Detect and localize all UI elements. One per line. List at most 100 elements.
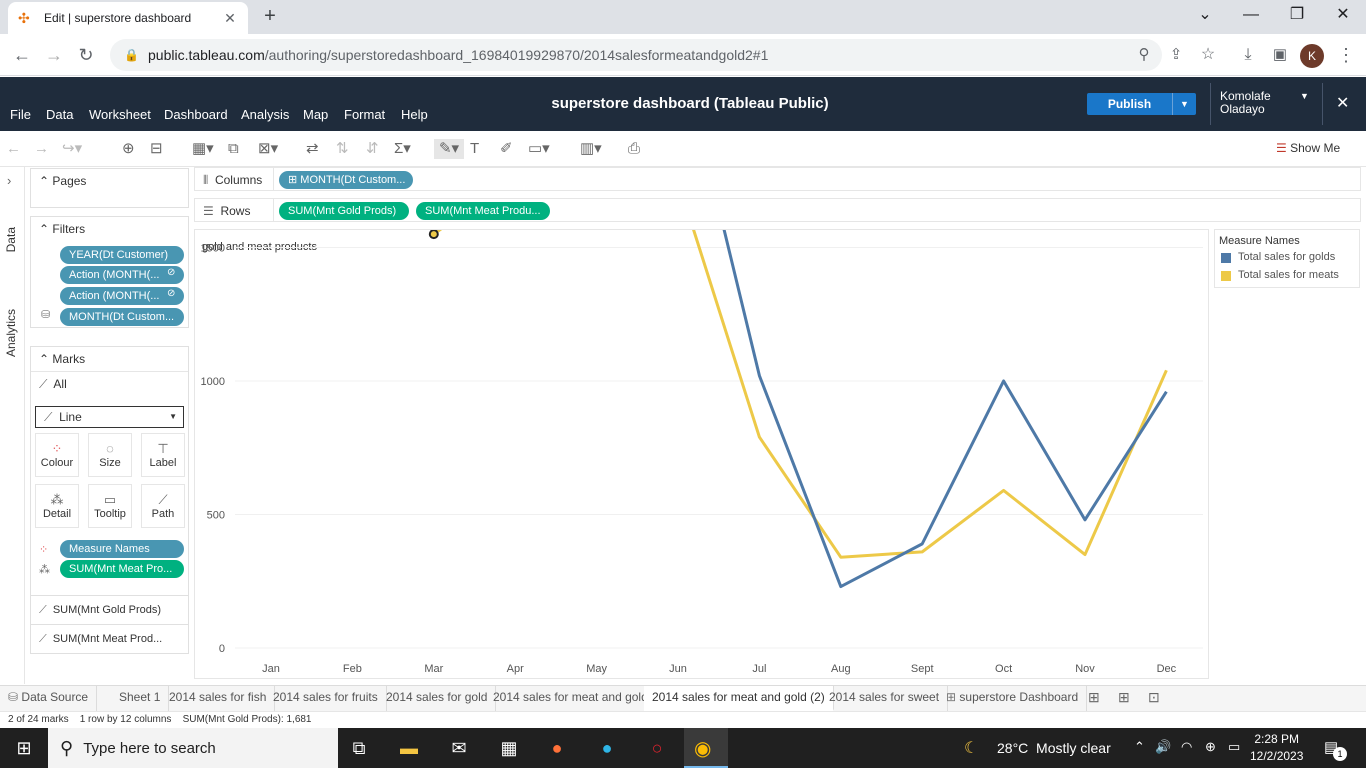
meat-series-line[interactable] [271, 230, 1168, 559]
filter-action-pill[interactable]: Action (MONTH(... [60, 287, 184, 305]
tray-chevron-icon[interactable]: ⌃ [1134, 739, 1145, 755]
address-bar[interactable]: 🔒 public.tableau.com/authoring/superstor… [110, 39, 1162, 71]
swap-rows-columns-icon[interactable]: ⇄ [306, 139, 319, 159]
forward-icon[interactable]: → [42, 43, 66, 67]
close-tab-icon[interactable]: ✕ [222, 10, 238, 27]
expand-sidebar-icon[interactable]: › [7, 173, 11, 188]
analytics-tab[interactable]: Analytics [4, 309, 18, 357]
back-icon[interactable]: ← [10, 43, 34, 67]
tab-meat-and-gold[interactable]: 2014 sales for meat and gold [485, 686, 657, 711]
filter-month-pill[interactable]: MONTH(Dt Custom... [60, 308, 184, 326]
restore-icon[interactable]: ❐ [1274, 0, 1320, 32]
rows-shelf[interactable]: ☰ Rows SUM(Mnt Gold Prods) SUM(Mnt Meat … [194, 198, 1361, 222]
clear-sheet-icon[interactable]: ⊠▾ [258, 139, 278, 159]
filters-card-header[interactable]: ⌃ Filters [31, 217, 188, 241]
tab-superstore-dashboard[interactable]: ⊞ superstore Dashboard [938, 686, 1088, 711]
tab-gold[interactable]: 2014 sales for gold [378, 686, 497, 711]
chrome-taskbar-button[interactable]: ◉ [684, 728, 728, 768]
line-chart[interactable]: 05001000150020002500JanFebMarAprMayJunJu… [195, 230, 1208, 678]
legend-label-gold[interactable]: Total sales for golds [1238, 251, 1335, 263]
pages-card-header[interactable]: ⌃ Pages [31, 169, 188, 193]
colour-button[interactable]: ⁘ Colour [35, 433, 79, 477]
wifi-icon[interactable]: ◠ [1181, 739, 1192, 755]
tab-data-source[interactable]: ⛁ Data Source [0, 686, 98, 711]
sort-descending-icon[interactable]: ⇵ [366, 139, 379, 159]
edge-icon[interactable]: ● [594, 736, 620, 760]
download-sheet-icon[interactable]: ⎙ [628, 139, 640, 159]
share-icon[interactable]: ⇪ [1164, 43, 1188, 67]
network-icon[interactable]: ⊕ [1205, 739, 1216, 755]
file-explorer-icon[interactable]: ▬ [396, 736, 422, 760]
format-workbook-icon[interactable]: ✐ [500, 139, 513, 159]
task-view-icon[interactable]: ⧉ [346, 736, 372, 760]
tab-meat-and-gold-2[interactable]: 2014 sales for meat and gold (2) [644, 686, 834, 711]
firefox-icon[interactable]: ● [544, 736, 570, 760]
viz-pane[interactable]: gold and meat products 05001000150020002… [194, 229, 1209, 679]
browser-menu-icon[interactable]: ⋮ [1334, 43, 1358, 67]
opera-icon[interactable]: ○ [644, 736, 670, 760]
publish-dropdown-icon[interactable]: ▼ [1172, 93, 1196, 115]
gold-measure-card[interactable]: ⟋ SUM(Mnt Gold Prods) [30, 595, 189, 625]
zoom-icon[interactable]: ⚲ [1132, 43, 1156, 67]
detail-button[interactable]: ⁂ Detail [35, 484, 79, 528]
columns-shelf[interactable]: ⦀ Columns ⊞ MONTH(Dt Custom... [194, 167, 1361, 191]
data-tab[interactable]: Data [4, 227, 18, 252]
new-story-tab-icon[interactable]: ⊡ [1148, 689, 1160, 706]
windows-start-icon[interactable]: ⊞ [11, 736, 37, 760]
user-dropdown-icon[interactable]: ▼ [1300, 91, 1309, 101]
publish-button[interactable]: Publish ▼ [1087, 93, 1196, 115]
columns-month-pill[interactable]: ⊞ MONTH(Dt Custom... [279, 171, 413, 189]
close-editor-icon[interactable]: ✕ [1336, 93, 1349, 113]
path-button[interactable]: ⟋ Path [141, 484, 185, 528]
new-worksheet-icon[interactable]: ▦▾ [192, 139, 214, 159]
user-menu[interactable]: Komolafe Oladayo [1220, 90, 1271, 116]
rows-gold-pill[interactable]: SUM(Mnt Gold Prods) [279, 202, 409, 220]
redo-icon[interactable]: → [34, 139, 49, 159]
gold-series-line[interactable] [271, 230, 1168, 589]
store-icon[interactable]: ▦ [496, 736, 522, 760]
measure-names-pill[interactable]: Measure Names [60, 540, 184, 558]
browser-tab[interactable]: ✣ Edit | superstore dashboard ✕ [8, 2, 248, 34]
filter-action-pill[interactable]: Action (MONTH(... [60, 266, 184, 284]
filter-year-pill[interactable]: YEAR(Dt Customer) [60, 246, 184, 264]
weather-text[interactable]: 28°C Mostly clear [997, 740, 1111, 756]
marks-card-header[interactable]: ⌃ Marks [31, 347, 188, 371]
meat-measure-card[interactable]: ⟋ SUM(Mnt Meat Prod... [30, 624, 189, 654]
marks-all-row[interactable]: ⟋ All [39, 377, 67, 392]
sort-ascending-icon[interactable]: ⇅ [336, 139, 349, 159]
taskbar-search[interactable]: ⚲ Type here to search [48, 728, 338, 768]
label-button[interactable]: ⊤ Label [141, 433, 185, 477]
taskbar-clock[interactable]: 2:28 PM 12/2/2023 [1250, 731, 1303, 765]
highlight-icon[interactable]: ✎▾ [434, 139, 464, 159]
new-dashboard-tab-icon[interactable]: ⊞ [1118, 689, 1130, 706]
volume-icon[interactable]: 🔊 [1155, 739, 1171, 755]
bookmark-star-icon[interactable]: ☆ [1196, 43, 1220, 67]
close-window-icon[interactable]: ✕ [1320, 0, 1366, 32]
tab-fish[interactable]: 2014 sales for fish [161, 686, 276, 711]
text-label-icon[interactable]: T [470, 139, 479, 159]
new-worksheet-tab-icon[interactable]: ⊞ [1088, 689, 1100, 706]
mail-icon[interactable]: ✉ [446, 736, 472, 760]
rows-meat-pill[interactable]: SUM(Mnt Meat Produ... [416, 202, 550, 220]
undo-icon[interactable]: ← [6, 139, 21, 159]
selected-meat-point[interactable] [428, 230, 439, 240]
minimize-icon[interactable]: — [1228, 0, 1274, 32]
fit-icon[interactable]: ▭▾ [528, 139, 550, 159]
totals-icon[interactable]: Σ▾ [394, 139, 411, 159]
reload-icon[interactable]: ↻ [74, 43, 98, 67]
presentation-icon[interactable]: ▥▾ [580, 139, 602, 159]
duplicate-sheet-icon[interactable]: ⧉ [228, 139, 239, 159]
download-icon[interactable]: ⤓ [1236, 43, 1260, 67]
mark-type-select[interactable]: ⟋ Line ▼ [35, 406, 184, 428]
new-data-source-icon[interactable]: ⊕ [122, 139, 135, 159]
meat-detail-pill[interactable]: SUM(Mnt Meat Pro... [60, 560, 184, 578]
tooltip-button[interactable]: ▭ Tooltip [88, 484, 132, 528]
tab-fruits[interactable]: 2014 sales for fruits [265, 686, 387, 711]
battery-icon[interactable]: ▭ [1228, 739, 1240, 755]
size-button[interactable]: ◌ Size [88, 433, 132, 477]
show-me-button[interactable]: ☰ Show Me [1276, 141, 1340, 155]
tab-sweet[interactable]: 2014 sales for sweet [821, 686, 949, 711]
new-tab-button[interactable]: + [258, 4, 282, 28]
pause-updates-icon[interactable]: ⊟ [150, 139, 163, 159]
side-panel-icon[interactable]: ▣ [1268, 43, 1292, 67]
